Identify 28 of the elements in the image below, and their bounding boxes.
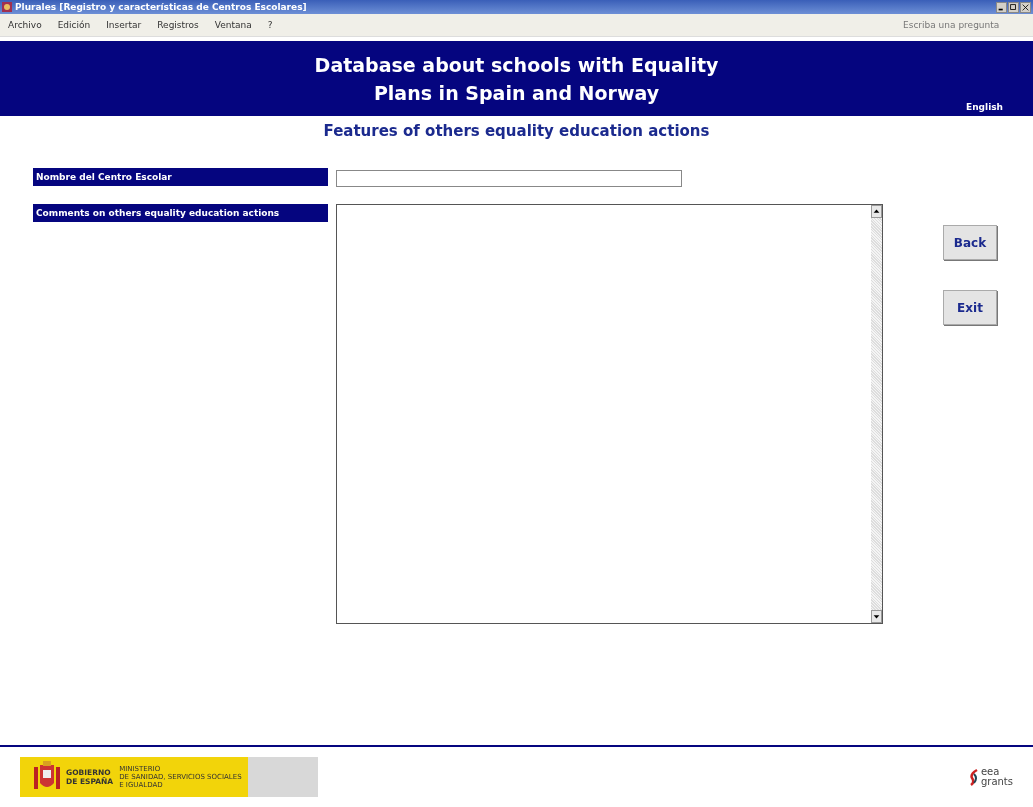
restore-icon[interactable]	[1008, 1, 1019, 13]
menu-item[interactable]: Insertar	[106, 20, 142, 30]
logo-panel	[247, 757, 318, 797]
help-search-field[interactable]: Escriba una pregunta	[901, 19, 1025, 31]
menu-item[interactable]: Archivo	[8, 20, 42, 30]
input-field[interactable]	[336, 170, 682, 187]
menu-item[interactable]: Edición	[57, 20, 91, 30]
window-title: Plurales [Registro y características de Centros Escolares]	[15, 2, 307, 12]
page-subtitle: Features of others equality education actions	[322, 122, 711, 140]
menu-item[interactable]: ?	[267, 20, 273, 30]
field-label: Nombre del Centro Escolar	[33, 168, 328, 186]
eea-text: eea	[980, 767, 1001, 777]
app-icon	[2, 2, 12, 12]
swirl-icon	[968, 768, 979, 786]
menu-item[interactable]: Ventana	[214, 20, 252, 30]
nav-button[interactable]: Exit	[943, 290, 997, 325]
comments-field[interactable]	[336, 204, 883, 624]
nav-button[interactable]: Back	[943, 225, 997, 260]
close-icon[interactable]	[1020, 1, 1031, 13]
eea-text: grants	[980, 777, 1013, 787]
field-label: Comments on others equality education actions	[33, 204, 328, 222]
header-title: Database about schools with Equality	[314, 52, 719, 78]
scroll-up-icon[interactable]	[871, 205, 882, 218]
header-title: Plans in Spain and Norway	[373, 80, 660, 106]
language-link[interactable]: English	[966, 102, 1003, 112]
scroll-down-icon[interactable]	[871, 610, 882, 623]
minimize-icon[interactable]	[996, 1, 1007, 13]
menu-item[interactable]: Registros	[157, 20, 199, 30]
